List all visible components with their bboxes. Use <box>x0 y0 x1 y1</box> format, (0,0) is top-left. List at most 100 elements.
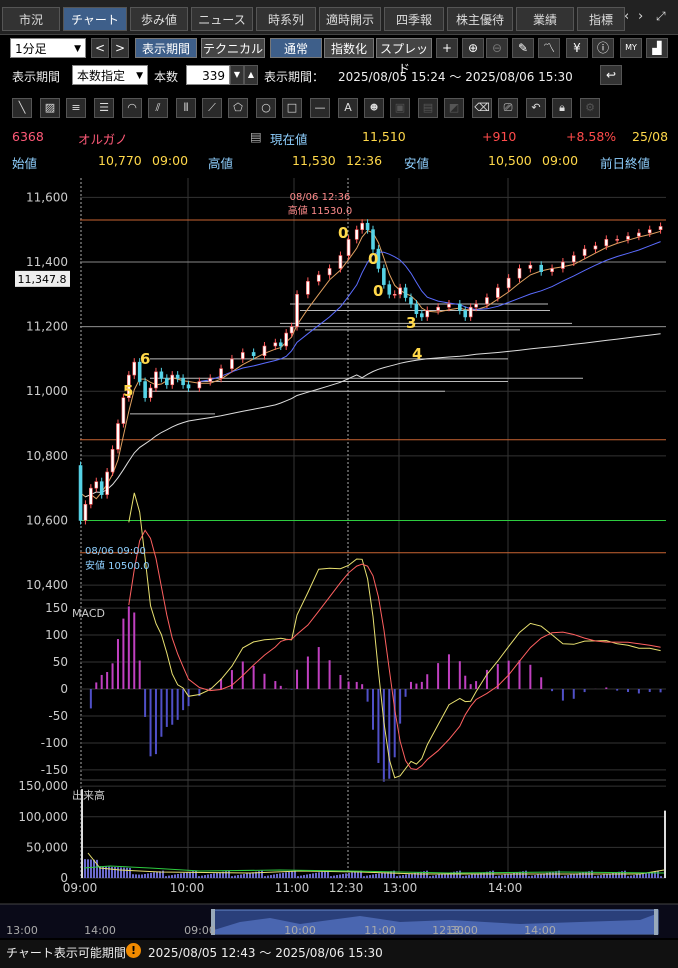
pencil-icon[interactable]: ✎ <box>512 38 534 58</box>
volume-bar <box>549 872 551 878</box>
technical-button[interactable]: テクニカル <box>201 38 265 58</box>
icon-tool-icon[interactable]: ☻ <box>364 98 384 118</box>
document-icon[interactable]: ▤ <box>250 129 262 144</box>
footer-range: 2025/08/05 12:43 〜 2025/08/06 15:30 <box>148 946 383 960</box>
gann-tool-icon[interactable]: ⟋ <box>202 98 222 118</box>
volume-bar <box>282 872 284 878</box>
volume-bar <box>114 867 116 878</box>
count-label: 0 <box>373 282 383 300</box>
volume-bar <box>300 875 302 878</box>
tab-news[interactable]: ニュース <box>191 7 253 31</box>
line-tool-icon[interactable]: ╲ <box>12 98 32 118</box>
count-down-icon[interactable]: ▼ <box>230 65 244 85</box>
group-tool-icon[interactable]: ▣ <box>390 98 410 118</box>
count-label: 5 <box>123 382 133 400</box>
macd-histogram-bar <box>437 663 440 689</box>
volume-bar <box>240 874 242 878</box>
pentagon-tool-icon[interactable]: ⬠ <box>228 98 248 118</box>
period-mode-select[interactable]: 本数指定 ▼ <box>72 65 148 85</box>
crosshair-icon[interactable]: + <box>436 38 458 58</box>
macd-histogram-bar <box>382 689 385 782</box>
hline-tool-icon[interactable]: — <box>310 98 330 118</box>
tab-shikiho[interactable]: 四季報 <box>384 7 444 31</box>
volume-bar <box>309 873 311 878</box>
my-settings-icon[interactable]: MY <box>620 38 642 58</box>
volume-bar <box>126 867 128 878</box>
zoom-out-icon[interactable]: ⊖ <box>486 38 508 58</box>
count-up-icon[interactable]: ▲ <box>244 65 258 85</box>
erase-all-icon[interactable]: ⎚ <box>498 98 518 118</box>
macd-histogram-bar <box>637 689 640 694</box>
tab-timeseries[interactable]: 時系列 <box>256 7 316 31</box>
volume-bar <box>564 875 566 878</box>
zoom-in-icon[interactable]: ⊕ <box>462 38 484 58</box>
chevron-right-icon[interactable]: › <box>638 9 643 24</box>
spread-button[interactable]: スプレッド <box>376 38 432 76</box>
chevron-left-icon[interactable]: ‹ <box>624 9 629 24</box>
hlines-tool-icon[interactable]: ≡ <box>66 98 86 118</box>
volume-bar <box>396 876 398 878</box>
tab-market[interactable]: 市況 <box>2 7 60 31</box>
wave-chart-icon[interactable]: 〽 <box>538 38 560 58</box>
macd-histogram-bar <box>187 689 190 707</box>
eraser-tool-icon[interactable]: ⌫ <box>472 98 492 118</box>
volume-bar <box>600 875 602 878</box>
vlines-tool-icon[interactable]: ⦀ <box>176 98 196 118</box>
circle-tool-icon[interactable]: ○ <box>256 98 276 118</box>
fan-tool-icon[interactable]: ⫽ <box>148 98 168 118</box>
yen-icon[interactable]: ¥ <box>566 38 588 58</box>
move-tool-icon[interactable]: ◩ <box>444 98 464 118</box>
macd-histogram-bar <box>551 689 554 692</box>
expand-icon[interactable]: ⤢ <box>656 9 666 24</box>
count-input[interactable]: 339 <box>186 65 230 85</box>
current-price: 11,510 <box>362 129 406 144</box>
volume-bar <box>438 874 440 878</box>
volume-bar <box>267 875 269 878</box>
volume-bar <box>246 873 248 878</box>
lock-icon[interactable]: 🔒︎ <box>552 98 572 118</box>
prev-button[interactable]: < <box>91 38 109 58</box>
arc-tool-icon[interactable]: ◠ <box>122 98 142 118</box>
tab-yutai[interactable]: 株主優待 <box>447 7 513 31</box>
gear-icon[interactable]: ⚙ <box>580 98 600 118</box>
volume-bar <box>501 875 503 878</box>
tab-chart[interactable]: チャート <box>63 7 127 31</box>
macd-histogram-bar <box>263 673 266 689</box>
macd-histogram-bar <box>561 689 564 701</box>
display-period-button[interactable]: 表示期間 <box>135 38 197 58</box>
stock-chart[interactable]: MACD150100500-50-100-150 出来高150,000100,0… <box>0 178 678 940</box>
volume-bar <box>297 876 299 878</box>
navigator-tick-label: 14:00 <box>84 924 116 937</box>
text-tool-icon[interactable]: A <box>338 98 358 118</box>
tab-indicators[interactable]: 指標 <box>577 7 625 31</box>
rect-tool-icon[interactable]: □ <box>282 98 302 118</box>
interval-select[interactable]: 1分足 ▼ <box>10 38 86 58</box>
tab-earnings[interactable]: 業績 <box>516 7 574 31</box>
volume-bar <box>231 876 233 878</box>
normal-button[interactable]: 通常 <box>270 38 322 58</box>
volume-bar <box>507 873 509 878</box>
channel-tool-icon[interactable]: ☰ <box>94 98 114 118</box>
tab-disclosure[interactable]: 適時開示 <box>319 7 381 31</box>
return-icon[interactable]: ↩ <box>600 65 622 85</box>
info-icon[interactable]: ⓘ <box>592 38 614 58</box>
time-tick-label: 13:00 <box>383 881 418 895</box>
macd-label: MACD <box>72 607 105 620</box>
volume-bar <box>441 873 443 878</box>
tab-tape[interactable]: 歩み値 <box>130 7 188 31</box>
price-tick-label: 11,600 <box>26 190 68 204</box>
volume-bar <box>135 874 137 878</box>
macd-histogram-bar <box>149 689 152 757</box>
ruler-tool-icon[interactable]: ▨ <box>40 98 60 118</box>
navigator[interactable]: 13:00 14:00 09:00 10:00 11:00 12:3013:00 14:00 <box>0 903 678 938</box>
open-label: 始値 <box>12 156 38 171</box>
area-chart-icon[interactable]: ▟ <box>646 38 668 58</box>
copy-tool-icon[interactable]: ▤ <box>418 98 438 118</box>
undo-icon[interactable]: ↶ <box>526 98 546 118</box>
volume-bar <box>90 859 92 878</box>
volume-bar <box>318 872 320 878</box>
index-button[interactable]: 指数化 <box>324 38 374 58</box>
volume-bar <box>204 875 206 878</box>
macd-histogram-bar <box>420 681 423 689</box>
next-button[interactable]: > <box>111 38 129 58</box>
